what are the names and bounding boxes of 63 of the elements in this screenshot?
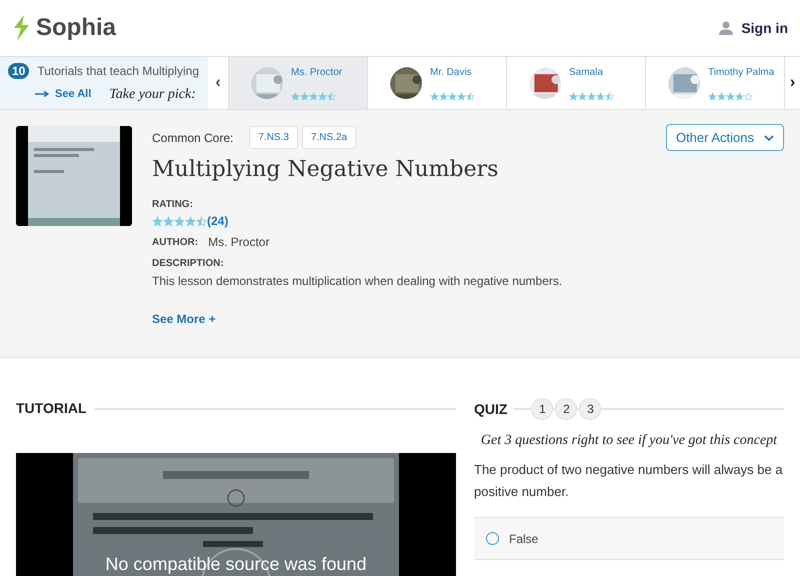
description-text: This lesson demonstrates multiplication when dealing with negative numbers. bbox=[152, 273, 564, 290]
star-icon bbox=[152, 216, 163, 226]
star-icon bbox=[466, 92, 475, 101]
quiz-question: The product of two negative numbers will always be a positive number. bbox=[474, 461, 784, 501]
sign-in-link[interactable]: Sign in bbox=[719, 18, 790, 38]
author-name: Timothy Palma bbox=[708, 66, 774, 80]
count-badge: 10 bbox=[8, 62, 30, 78]
rating-count: (24) bbox=[207, 213, 228, 230]
logo[interactable]: Sophia bbox=[36, 10, 116, 46]
star-icon bbox=[430, 92, 439, 101]
quiz-step: 3 bbox=[579, 398, 602, 420]
star-icon bbox=[578, 92, 587, 101]
tutorial-heading: TUTORIAL bbox=[16, 399, 87, 418]
arrow-right-icon bbox=[35, 91, 49, 97]
carousel-title: Tutorials that teach Multiplying bbox=[37, 62, 199, 80]
star-icon bbox=[605, 92, 614, 101]
author-name: Samala bbox=[569, 66, 604, 80]
answer-option[interactable]: False bbox=[474, 518, 784, 560]
author-name: Mr. Davis bbox=[430, 66, 473, 80]
lesson-thumbnail[interactable] bbox=[16, 126, 132, 226]
star-icon bbox=[717, 92, 726, 101]
video-player[interactable]: No compatible source was found bbox=[16, 453, 456, 576]
star-icon bbox=[185, 216, 196, 226]
quiz-heading: QUIZ bbox=[474, 400, 508, 419]
star-icon bbox=[587, 92, 596, 101]
star-icon bbox=[174, 216, 185, 226]
star-icon bbox=[596, 92, 605, 101]
see-all-link[interactable]: See All bbox=[55, 86, 92, 102]
star-icon bbox=[569, 92, 578, 101]
quiz-step: 1 bbox=[531, 398, 554, 420]
tagline: Take your pick: bbox=[109, 86, 196, 104]
star-icon bbox=[309, 92, 318, 101]
star-icon bbox=[196, 216, 207, 226]
radio-button[interactable] bbox=[486, 532, 499, 545]
quiz-step: 2 bbox=[555, 398, 578, 420]
other-actions-button[interactable]: Other Actions bbox=[666, 124, 784, 151]
quiz-prompt: Get 3 questions right to see if you've got this concept bbox=[480, 432, 778, 450]
rating-label: RATING: bbox=[152, 198, 194, 212]
user-icon bbox=[719, 21, 734, 35]
standards-label: Common Core: bbox=[152, 130, 234, 146]
video-error-message: No compatible source was found bbox=[104, 553, 368, 576]
star-icon bbox=[439, 92, 448, 101]
star-icon bbox=[163, 216, 174, 226]
tutorial-card[interactable]: Ms. Proctor bbox=[228, 57, 367, 109]
star-icon bbox=[744, 92, 753, 101]
lesson-title: Multiplying Negative Numbers bbox=[152, 156, 500, 184]
description-label: DESCRIPTION: bbox=[152, 257, 225, 271]
star-icon bbox=[327, 92, 336, 101]
see-more-link[interactable]: See More + bbox=[152, 310, 216, 328]
star-icon bbox=[457, 92, 466, 101]
star-icon bbox=[291, 92, 300, 101]
author-label: AUTHOR: bbox=[152, 236, 198, 250]
standard-tag[interactable]: 7.NS.3 bbox=[249, 126, 298, 149]
chevron-down-icon bbox=[764, 134, 774, 140]
author-name: Ms. Proctor bbox=[208, 234, 270, 251]
standard-tag[interactable]: 7.NS.2a bbox=[302, 126, 356, 149]
star-icon bbox=[708, 92, 717, 101]
star-icon bbox=[726, 92, 735, 101]
star-icon bbox=[448, 92, 457, 101]
star-icon bbox=[300, 92, 309, 101]
star-icon bbox=[318, 92, 327, 101]
star-icon bbox=[735, 92, 744, 101]
author-name: Ms. Proctor bbox=[291, 66, 342, 80]
